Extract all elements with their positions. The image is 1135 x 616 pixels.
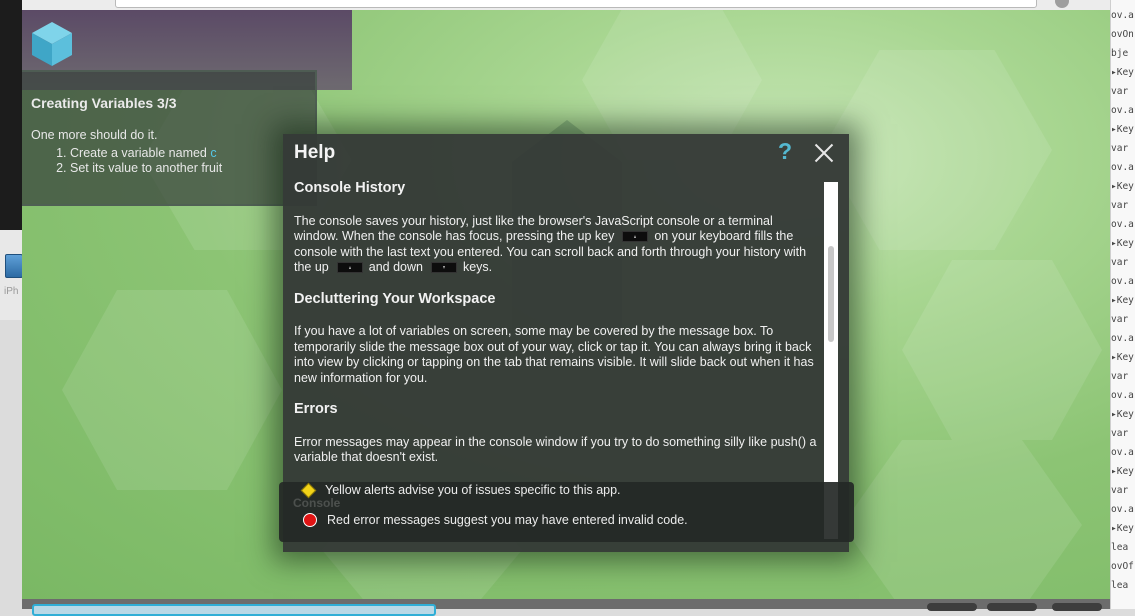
console-log-line: ov.a	[1111, 219, 1134, 230]
console-log-line: ov.a	[1111, 105, 1134, 116]
console-button[interactable]	[987, 603, 1037, 611]
devtools-console-strip: ov.a ovOn bje ▸Key var ov.a ▸Key var ov.a ▸Key var…	[1110, 0, 1135, 609]
red-alert-text: Red error messages suggest you may have …	[327, 513, 688, 527]
console-log-line: var	[1111, 371, 1129, 382]
lesson-title: Creating Variables 3/3	[31, 95, 177, 111]
scrollbar-thumb[interactable]	[828, 246, 834, 342]
console-log-line: ▸Key	[1111, 466, 1134, 477]
background-hexagon	[822, 50, 1052, 250]
close-icon[interactable]	[814, 143, 834, 163]
section-heading: Decluttering Your Workspace	[294, 290, 496, 307]
help-title: Help	[294, 142, 336, 163]
console-log-line: var	[1111, 86, 1129, 97]
lesson-lede: One more should do it.	[31, 128, 158, 142]
console-log-line: var	[1111, 314, 1129, 325]
console-log-line: bje	[1111, 48, 1129, 59]
console-log-line: ov.a	[1111, 10, 1134, 21]
console-log-line: var	[1111, 257, 1129, 268]
console-log-line: var	[1111, 428, 1129, 439]
section-heading: Errors	[294, 401, 338, 417]
workspace-stage: Creating Variables 3/3 One more should d…	[22, 10, 1110, 599]
console-log-line: ovOn	[1111, 29, 1134, 40]
console-log-line: ov.a	[1111, 504, 1134, 515]
console-log-line: ov.a	[1111, 333, 1134, 344]
up-key-icon	[622, 231, 649, 243]
console-log-line: ▸Key	[1111, 295, 1134, 306]
console-button[interactable]	[1052, 603, 1102, 611]
step-list: Create a variable named c Set its value …	[30, 146, 222, 176]
message-tab-ghost: Console	[293, 496, 341, 510]
console-log-line: ▸Key	[1111, 523, 1134, 534]
code-token: c	[210, 146, 217, 160]
step-item: Set its value to another fruit	[70, 161, 222, 176]
console-log-line: ▸Key	[1111, 409, 1134, 420]
console-log-line: var	[1111, 143, 1129, 154]
console-log-line: var	[1111, 485, 1129, 496]
console-button[interactable]	[927, 603, 977, 611]
console-log-line: ov.a	[1111, 276, 1134, 287]
section-body: The console saves your history, just lik…	[294, 213, 807, 275]
instructions-panel[interactable]: Creating Variables 3/3 One more should d…	[22, 70, 317, 206]
app-label: iPh	[4, 286, 19, 297]
console-log-line: ▸Key	[1111, 124, 1134, 135]
section-body: If you have a lot of variables on screen…	[294, 324, 814, 385]
console-log-line: lea	[1111, 580, 1129, 591]
step-item: Create a variable named c	[70, 146, 222, 161]
up-key-icon	[336, 262, 363, 274]
background-hexagon	[902, 260, 1102, 440]
console-log-line: ▸Key	[1111, 67, 1134, 78]
background-hexagon	[62, 290, 282, 490]
console-log-line: ov.a	[1111, 447, 1134, 458]
yellow-alert: Yellow alerts advise you of issues speci…	[300, 482, 621, 498]
console-log-line: var	[1111, 200, 1129, 211]
message-box[interactable]: Console Yellow alerts advise you of issu…	[279, 482, 854, 542]
yellow-alert-text: Yellow alerts advise you of issues speci…	[325, 483, 621, 497]
console-log-line: ▸Key	[1111, 238, 1134, 249]
console-log-line: ovOf	[1111, 561, 1134, 572]
app-icon[interactable]	[5, 254, 23, 278]
address-bar[interactable]	[115, 0, 1037, 8]
console-input[interactable]	[32, 604, 436, 616]
down-key-icon	[430, 262, 457, 274]
gear-icon[interactable]	[1055, 0, 1069, 8]
cube-logo-icon	[32, 22, 72, 66]
red-alert: Red error messages suggest you may have …	[303, 512, 688, 528]
background-hexagon	[842, 440, 1082, 599]
yellow-diamond-icon	[300, 482, 317, 498]
dock-window: iPh	[0, 230, 23, 321]
console-bar	[22, 599, 1110, 616]
console-log-line: ov.a	[1111, 162, 1134, 173]
question-icon[interactable]: ?	[778, 138, 792, 165]
background-window	[0, 0, 22, 230]
left-gutter	[0, 320, 22, 609]
section-heading: Console History	[294, 180, 406, 196]
red-dot-icon	[303, 513, 317, 527]
console-log-line: ▸Key	[1111, 352, 1134, 363]
help-content: Console History The console saves your h…	[294, 180, 819, 466]
console-log-line: lea	[1111, 542, 1129, 553]
console-log-line: ▸Key	[1111, 181, 1134, 192]
section-body: Error messages may appear in the console…	[294, 434, 817, 465]
console-log-line: ov.a	[1111, 390, 1134, 401]
